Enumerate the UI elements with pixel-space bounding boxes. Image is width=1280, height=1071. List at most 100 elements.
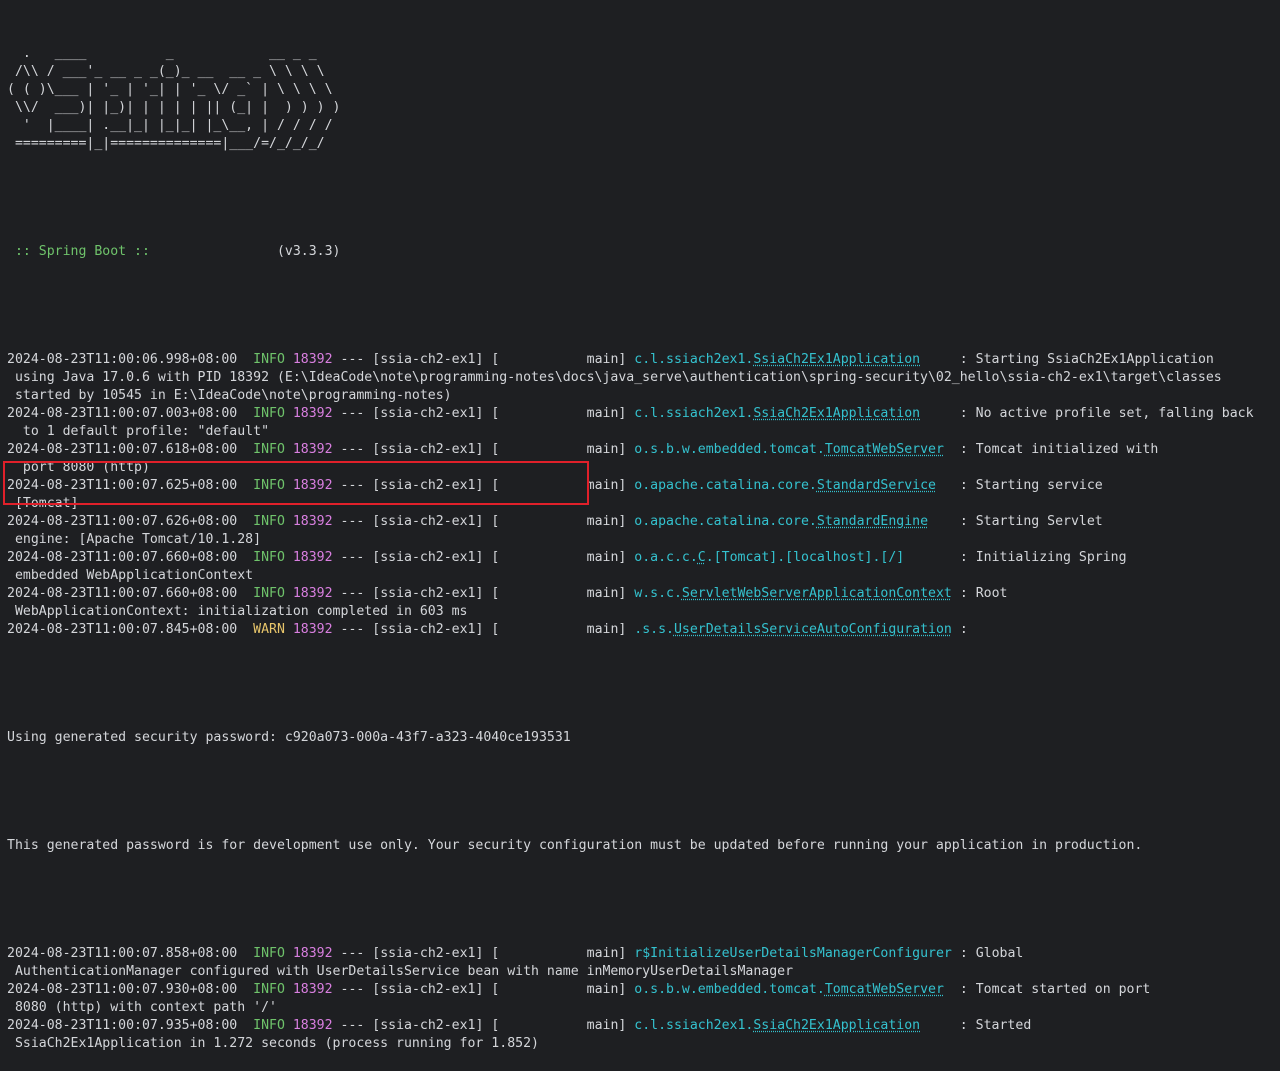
log-message: : Initializing Spring bbox=[959, 550, 1127, 565]
log-gap bbox=[285, 514, 293, 529]
log-message: : Started bbox=[959, 1018, 1032, 1033]
log-timestamp: 2024-08-23T11:00:07.626+08:00 bbox=[7, 514, 238, 529]
log-timestamp: 2024-08-23T11:00:06.998+08:00 bbox=[7, 352, 238, 367]
log-logger-prefix: c.l.ssiach2ex1. bbox=[634, 352, 754, 367]
log-level: INFO bbox=[253, 406, 285, 421]
log-gap bbox=[237, 982, 253, 997]
log-pid: 18392 bbox=[292, 586, 333, 601]
log-line: 2024-08-23T11:00:07.003+08:00 INFO 18392… bbox=[7, 405, 1280, 423]
log-logger-class-link[interactable]: C bbox=[698, 550, 706, 565]
log-logger-suffix: .[Tomcat].[localhost].[/] bbox=[705, 550, 905, 565]
log-message: : Root bbox=[959, 586, 1008, 601]
log-pid: 18392 bbox=[292, 514, 333, 529]
log-line: 2024-08-23T11:00:07.660+08:00 INFO 18392… bbox=[7, 549, 1280, 567]
log-pad bbox=[952, 946, 960, 961]
log-logger-prefix: .s.s. bbox=[634, 622, 674, 637]
log-pad bbox=[928, 514, 960, 529]
log-message: : bbox=[959, 622, 968, 637]
log-gap bbox=[285, 478, 293, 493]
log-timestamp: 2024-08-23T11:00:07.625+08:00 bbox=[7, 478, 238, 493]
log-logger-class-link[interactable]: StandardEngine bbox=[817, 514, 928, 529]
log-gap bbox=[237, 442, 253, 457]
log-thread: --- [ssia-ch2-ex1] [ main] bbox=[332, 478, 635, 493]
log-thread: --- [ssia-ch2-ex1] [ main] bbox=[332, 586, 635, 601]
terminal-output[interactable]: . ____ _ __ _ _ /\\ / ___'_ __ _ _(_)_ _… bbox=[0, 0, 1280, 1051]
log-logger-prefix: o.a.c.c. bbox=[634, 550, 698, 565]
log-gap bbox=[237, 514, 253, 529]
log-logger-prefix: c.l.ssiach2ex1. bbox=[634, 406, 754, 421]
log-gap bbox=[285, 586, 293, 601]
log-continuation: SsiaCh2Ex1Application in 1.272 seconds (… bbox=[7, 1036, 539, 1051]
log-gap bbox=[285, 946, 293, 961]
log-level: INFO bbox=[253, 1018, 285, 1033]
log-message: : Starting service bbox=[959, 478, 1103, 493]
log-pad bbox=[944, 442, 960, 457]
log-level: INFO bbox=[253, 478, 285, 493]
log-logger-class-link[interactable]: SsiaCh2Ex1Application bbox=[753, 1018, 920, 1033]
log-logger-class-link[interactable]: StandardService bbox=[817, 478, 936, 493]
log-pid: 18392 bbox=[292, 550, 333, 565]
log-logger-class-link[interactable]: SsiaCh2Ex1Application bbox=[753, 406, 920, 421]
log-thread: --- [ssia-ch2-ex1] [ main] bbox=[332, 514, 635, 529]
log-timestamp: 2024-08-23T11:00:07.930+08:00 bbox=[7, 982, 238, 997]
log-thread: --- [ssia-ch2-ex1] [ main] bbox=[332, 550, 635, 565]
spring-boot-version-line: :: Spring Boot :: (v3.3.3) bbox=[7, 243, 1280, 261]
log-gap bbox=[285, 352, 293, 367]
log-logger-prefix: o.s.b.w.embedded.tomcat. bbox=[634, 982, 825, 997]
log-logger-prefix: o.s.b.w.embedded.tomcat. bbox=[634, 442, 825, 457]
log-pad bbox=[920, 352, 960, 367]
spring-boot-version: (v3.3.3) bbox=[157, 244, 341, 259]
log-pad bbox=[952, 586, 960, 601]
log-level: INFO bbox=[253, 586, 285, 601]
log-pid: 18392 bbox=[292, 442, 333, 457]
generated-password-line[interactable]: Using generated security password: c920a… bbox=[7, 729, 1280, 747]
log-line: 2024-08-23T11:00:07.660+08:00 INFO 18392… bbox=[7, 585, 1280, 603]
log-line: 2024-08-23T11:00:07.626+08:00 INFO 18392… bbox=[7, 513, 1280, 531]
log-pid: 18392 bbox=[292, 946, 333, 961]
log-pid: 18392 bbox=[292, 406, 333, 421]
log-gap bbox=[237, 1018, 253, 1033]
log-level: INFO bbox=[253, 946, 285, 961]
banner-line: ( ( )\___ | '_ | '_| | '_ \/ _` | \ \ \ … bbox=[7, 82, 333, 97]
banner-line: . ____ _ __ _ _ bbox=[7, 46, 317, 61]
log-thread: --- [ssia-ch2-ex1] [ main] bbox=[332, 352, 635, 367]
log-thread: --- [ssia-ch2-ex1] [ main] bbox=[332, 442, 635, 457]
log-logger-prefix: w.s.c. bbox=[634, 586, 682, 601]
log-continuation: using Java 17.0.6 with PID 18392 (E:\Ide… bbox=[7, 370, 1222, 385]
log-logger-class-link[interactable]: TomcatWebServer bbox=[825, 982, 944, 997]
log-line: 2024-08-23T11:00:07.625+08:00 INFO 18392… bbox=[7, 477, 1280, 495]
log-line: 2024-08-23T11:00:07.618+08:00 INFO 18392… bbox=[7, 441, 1280, 459]
banner-line: =========|_|==============|___/=/_/_/_/ bbox=[7, 136, 325, 151]
log-line: 2024-08-23T11:00:07.935+08:00 INFO 18392… bbox=[7, 1017, 1280, 1035]
log-continuation: AuthenticationManager configured with Us… bbox=[7, 964, 794, 979]
log-gap bbox=[285, 1018, 293, 1033]
log-level: INFO bbox=[253, 982, 285, 997]
log-gap bbox=[285, 550, 293, 565]
log-line: 2024-08-23T11:00:07.930+08:00 INFO 18392… bbox=[7, 981, 1280, 999]
log-timestamp: 2024-08-23T11:00:07.935+08:00 bbox=[7, 1018, 238, 1033]
log-timestamp: 2024-08-23T11:00:07.003+08:00 bbox=[7, 406, 238, 421]
log-pid: 18392 bbox=[292, 982, 333, 997]
log-message: : Starting Servlet bbox=[959, 514, 1103, 529]
log-logger-class-link[interactable]: SsiaCh2Ex1Application bbox=[753, 352, 920, 367]
log-logger-class-link[interactable]: TomcatWebServer bbox=[825, 442, 944, 457]
dev-use-note: This generated password is for developme… bbox=[7, 838, 1143, 853]
log-timestamp: 2024-08-23T11:00:07.858+08:00 bbox=[7, 946, 238, 961]
log-pad bbox=[920, 406, 960, 421]
log-thread: --- [ssia-ch2-ex1] [ main] bbox=[332, 622, 635, 637]
log-line: 2024-08-23T11:00:07.845+08:00 WARN 18392… bbox=[7, 621, 1280, 639]
log-logger-class-link[interactable]: ServletWebServerApplicationContext bbox=[682, 586, 952, 601]
log-gap bbox=[237, 478, 253, 493]
log-message: : Tomcat initialized with bbox=[959, 442, 1159, 457]
log-continuation: 8080 (http) with context path '/' bbox=[7, 1000, 277, 1015]
log-pad bbox=[936, 478, 960, 493]
log-timestamp: 2024-08-23T11:00:07.618+08:00 bbox=[7, 442, 238, 457]
log-line: 2024-08-23T11:00:06.998+08:00 INFO 18392… bbox=[7, 351, 1280, 369]
banner-spacer bbox=[7, 189, 1280, 207]
log-message: : Global bbox=[959, 946, 1024, 961]
log-logger-class-link[interactable]: UserDetailsServiceAutoConfiguration bbox=[674, 622, 952, 637]
log-gap bbox=[285, 442, 293, 457]
log-thread: --- [ssia-ch2-ex1] [ main] bbox=[332, 406, 635, 421]
log-continuation: started by 10545 in E:\IdeaCode\note\pro… bbox=[7, 388, 452, 403]
